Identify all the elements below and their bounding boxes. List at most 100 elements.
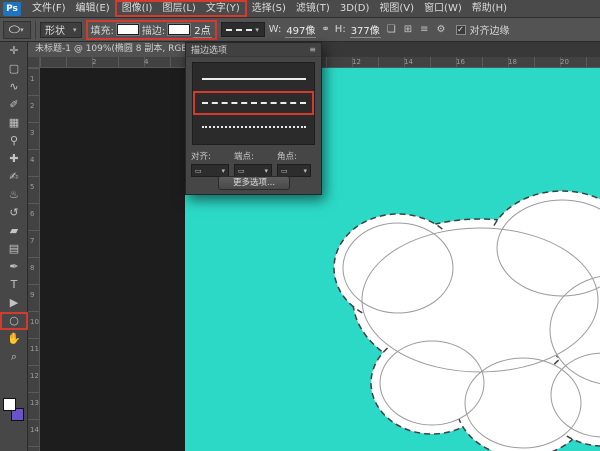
gradient-tool[interactable]: ▤ [0,240,28,258]
left-ruler-number: 14 [30,426,39,434]
top-ruler-number: 2 [92,58,96,66]
stroke-style-option-dotted[interactable] [193,115,314,139]
menu-item-8[interactable]: 3D(D) [335,1,375,17]
caps-label: 端点: [234,150,272,162]
crop-tool[interactable]: ▦ [0,114,28,132]
eyedropper-tool[interactable]: ⚲ [0,132,28,150]
ellipse-tool[interactable]: ○ [0,312,28,330]
hand-tool[interactable]: ✋ [0,330,28,348]
top-ruler-number: 14 [404,58,413,66]
history-brush-tool[interactable]: ↺ [0,204,28,222]
rectangular-marquee-tool-icon: ▢ [9,62,19,75]
left-ruler-number: 3 [30,129,34,137]
dash-swatch-icon: ▭ [195,167,202,175]
brush-tool[interactable]: ✍ [0,168,28,186]
path-selection-tool[interactable]: ▶ [0,294,28,312]
chevron-down-icon: ▾ [303,167,307,175]
stroke-style-list [192,62,315,145]
gear-icon[interactable]: ⚙ [435,24,448,35]
top-ruler-number: 4 [144,58,148,66]
menu-item-3[interactable]: 图像(I) [117,1,158,17]
toolbar-tools: ✛ ▢ ∿ ✐ ▦⚲ ✚ ✍ ♨ ↺ ▰ ▤ ✒ T ▶ ○ ✋ ⌕ [0,42,27,366]
spot-healing-brush-tool-icon: ✚ [9,152,18,165]
type-tool-icon: T [11,278,18,291]
corners-label: 角点: [277,150,311,162]
foreground-color-swatch[interactable] [3,398,16,411]
tool-mode-select[interactable]: 形状 ▾ [40,22,82,38]
width-field[interactable]: 497像 [285,22,316,38]
tool-preset-button[interactable]: ○ ▾ [3,21,31,39]
ruler-corner [28,57,40,68]
ellipse-preset-icon: ○ [9,24,21,35]
menu-item-11[interactable]: 帮助(H) [467,1,512,17]
zoom-tool[interactable]: ⌕ [0,348,28,366]
document-tab[interactable]: 未标题-1 @ 109%(椭圆 8 副本, RGB/8)* [28,42,200,57]
dotted-line-preview [202,126,306,128]
left-ruler-number: 4 [30,156,34,164]
rectangular-marquee-tool[interactable]: ▢ [0,60,28,78]
menu-item-4[interactable]: 图层(L) [157,1,200,17]
stroke-swatch[interactable] [168,24,190,35]
menu-item-6[interactable]: 选择(S) [247,1,291,17]
options-bar: ○ ▾ 形状 ▾ 填充: 描边: 2点 ▾ W: 497像 ⚭ H: 377像 … [0,18,600,42]
stroke-type-select[interactable]: ▾ [221,22,265,37]
photoshop-window: Ps 文件(F)编辑(E)图像(I)图层(L)文字(Y)选择(S)滤镜(T)3D… [0,0,600,451]
menu-item-2[interactable]: 编辑(E) [71,1,115,17]
lasso-tool-icon: ∿ [9,80,18,93]
top-ruler-number: 20 [560,58,569,66]
panel-title: 描边选项 [191,43,227,56]
more-options-button[interactable]: 更多选项... [218,176,290,190]
clone-stamp-tool-icon: ♨ [9,188,19,201]
height-label: H: [335,24,346,35]
panel-menu-icon[interactable]: ≡ [309,45,316,54]
top-ruler-number: 16 [456,58,465,66]
left-ruler: 1234567891011121314 [28,68,40,451]
left-ruler-number: 1 [30,75,34,83]
stroke-style-option-dashed[interactable] [193,91,314,115]
type-tool[interactable]: T [0,276,28,294]
dashed-line-icon [226,29,252,31]
left-ruler-number: 6 [30,210,34,218]
menu-item-10[interactable]: 窗口(W) [419,1,467,17]
align-edges-label: 对齐边缘 [470,22,510,37]
eraser-tool[interactable]: ▰ [0,222,28,240]
pen-tool[interactable]: ✒ [0,258,28,276]
height-field[interactable]: 377像 [350,22,381,38]
brush-tool-icon: ✍ [9,170,18,183]
clone-stamp-tool[interactable]: ♨ [0,186,28,204]
annotation-box-menu: 图像(I)图层(L)文字(Y) [115,0,247,17]
ellipse-tool-icon: ○ [9,314,19,327]
left-ruler-number: 9 [30,291,34,299]
stroke-options-panel-header: 描边选项 ≡ [186,43,321,57]
eraser-tool-icon: ▰ [10,224,18,237]
stroke-width-field[interactable]: 2点 [193,22,211,38]
quick-selection-tool[interactable]: ✐ [0,96,28,114]
menu-items: 文件(F)编辑(E)图像(I)图层(L)文字(Y)选择(S)滤镜(T)3D(D)… [27,0,512,18]
link-icon[interactable]: ⚭ [320,24,330,35]
left-ruler-number: 5 [30,183,34,191]
left-ruler-number: 7 [30,237,34,245]
menu-item-7[interactable]: 滤镜(T) [291,1,335,17]
move-tool[interactable]: ✛ [0,42,28,60]
move-tool-icon: ✛ [9,44,18,57]
menu-bar: Ps 文件(F)编辑(E)图像(I)图层(L)文字(Y)选择(S)滤镜(T)3D… [0,0,600,18]
fill-label: 填充: [91,22,114,37]
stroke-style-option-solid[interactable] [193,67,314,91]
lasso-tool[interactable]: ∿ [0,78,28,96]
chevron-down-icon: ▾ [264,167,268,175]
corners-control: 角点: ▭ ▾ [277,150,311,177]
quick-selection-tool-icon: ✐ [9,98,18,111]
fill-swatch[interactable] [117,24,139,35]
menu-item-9[interactable]: 视图(V) [374,1,419,17]
menu-item-1[interactable]: 文件(F) [27,1,71,17]
gradient-tool-icon: ▤ [9,242,19,255]
spot-healing-brush-tool[interactable]: ✚ [0,150,28,168]
zoom-tool-icon: ⌕ [11,350,17,363]
path-alignment-icon[interactable]: ⊞ [402,24,414,35]
path-arrange-icon[interactable]: ≡ [418,24,430,35]
left-ruler-number: 8 [30,264,34,272]
hand-tool-icon: ✋ [7,332,21,345]
menu-item-5[interactable]: 文字(Y) [201,1,245,17]
path-operations-icon[interactable]: ❏ [385,24,398,35]
align-edges-checkbox[interactable]: ✓ [456,25,466,35]
